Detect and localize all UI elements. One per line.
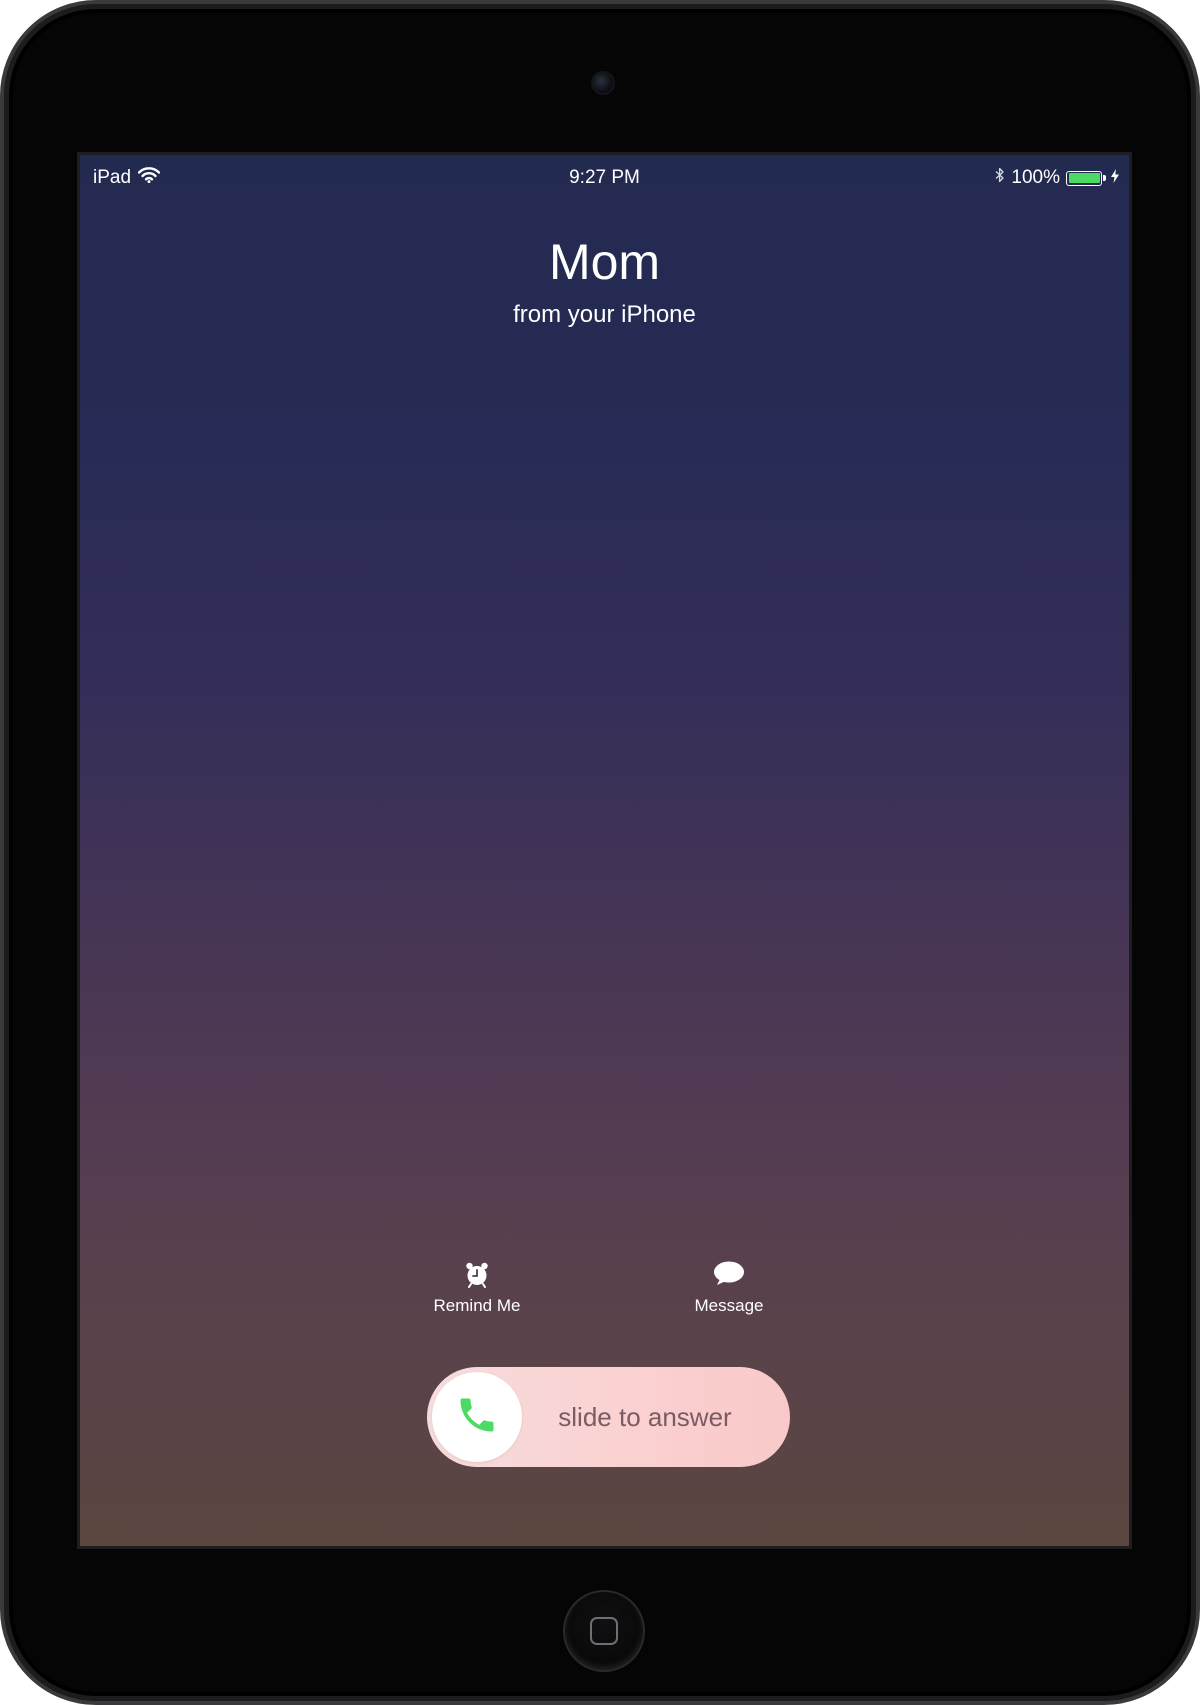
status-time: 9:27 PM xyxy=(569,167,640,188)
phone-icon xyxy=(455,1393,499,1442)
speech-bubble-icon xyxy=(639,1260,819,1288)
alarm-clock-icon xyxy=(387,1260,567,1288)
slider-knob[interactable] xyxy=(432,1372,522,1462)
remind-me-label: Remind Me xyxy=(433,1296,521,1315)
battery-percent: 100% xyxy=(1011,167,1060,188)
slider-label: slide to answer xyxy=(558,1402,732,1432)
front-camera xyxy=(593,73,613,93)
bluetooth-icon xyxy=(995,167,1005,189)
charging-bolt-icon xyxy=(1111,167,1119,189)
message-button[interactable]: Message xyxy=(639,1260,819,1316)
ipad-frame: iPad 9:27 PM 100% Mom from your iPhone R… xyxy=(0,0,1200,1705)
caller-name: Mom xyxy=(548,234,661,290)
incoming-call-screen: iPad 9:27 PM 100% Mom from your iPhone R… xyxy=(77,152,1132,1549)
status-right: 100% xyxy=(995,167,1119,189)
home-square-icon xyxy=(590,1617,618,1645)
battery-level-fill xyxy=(1068,173,1100,183)
slide-to-answer-slider[interactable]: slide to answer xyxy=(427,1367,790,1467)
message-label: Message xyxy=(694,1296,764,1315)
home-button[interactable] xyxy=(565,1592,643,1670)
remind-me-button[interactable]: Remind Me xyxy=(387,1260,567,1316)
battery-icon xyxy=(1066,170,1106,186)
status-bar: iPad 9:27 PM 100% xyxy=(80,155,1129,199)
caller-subtitle: from your iPhone xyxy=(513,301,696,328)
